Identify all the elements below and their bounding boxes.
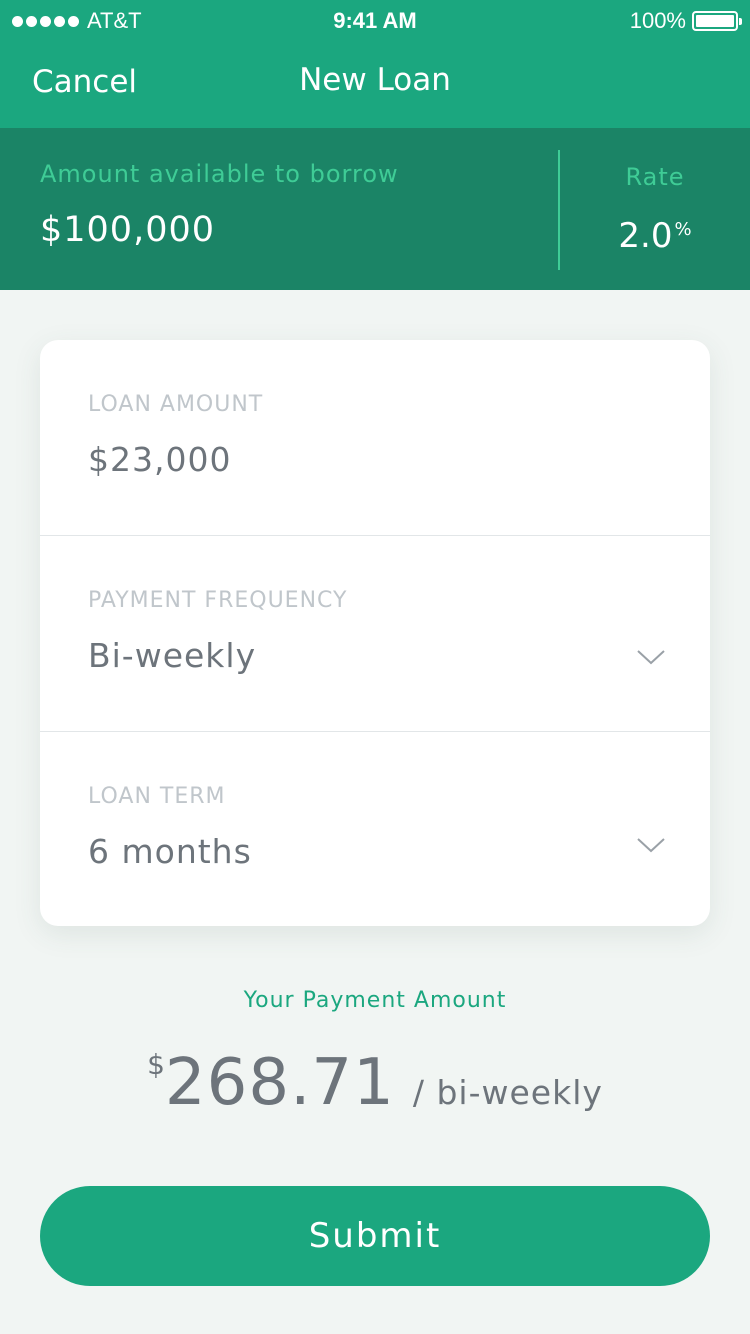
battery-icon: [692, 11, 742, 31]
loan-summary: Amount available to borrow $100,000 Rate…: [0, 128, 750, 290]
chevron-down-icon[interactable]: [636, 836, 666, 854]
status-bar: AT&T 9:41 AM 100%: [0, 0, 750, 40]
nav-bar: Cancel New Loan: [0, 40, 750, 128]
loan-amount-input[interactable]: $23,000: [88, 440, 231, 479]
payment-frequency-value: Bi-weekly: [88, 636, 257, 675]
page-title: New Loan: [299, 62, 451, 98]
rate-value: 2.0%: [560, 216, 750, 256]
payment-frequency-label: PAYMENT FREQUENCY: [88, 588, 348, 613]
rate-label: Rate: [625, 163, 685, 191]
submit-button[interactable]: Submit: [40, 1186, 710, 1286]
available-value: $100,000: [40, 210, 216, 250]
loan-amount-label: LOAN AMOUNT: [88, 392, 264, 417]
payment-period: / bi-weekly: [412, 1073, 603, 1112]
payment-currency: $: [147, 1048, 165, 1081]
loan-term-select[interactable]: LOAN TERM 6 months: [40, 732, 710, 927]
loan-term-label: LOAN TERM: [88, 784, 226, 809]
loan-term-value: 6 months: [88, 832, 252, 871]
payment-amount: $268.71 / bi-weekly: [0, 1046, 750, 1120]
payment-amount-label: Your Payment Amount: [243, 988, 507, 1013]
loan-amount-field[interactable]: LOAN AMOUNT $23,000: [40, 340, 710, 535]
battery-percent: 100%: [629, 8, 686, 33]
payment-amount-value: 268.71: [164, 1046, 395, 1120]
available-label: Amount available to borrow: [40, 160, 399, 188]
battery-status: 100%: [629, 8, 742, 34]
payment-frequency-select[interactable]: PAYMENT FREQUENCY Bi-weekly: [40, 536, 710, 731]
rate-number: 2.0: [618, 216, 673, 256]
rate-unit: %: [674, 219, 692, 240]
chevron-down-icon[interactable]: [636, 648, 666, 666]
loan-form-card: LOAN AMOUNT $23,000 PAYMENT FREQUENCY Bi…: [40, 340, 710, 926]
